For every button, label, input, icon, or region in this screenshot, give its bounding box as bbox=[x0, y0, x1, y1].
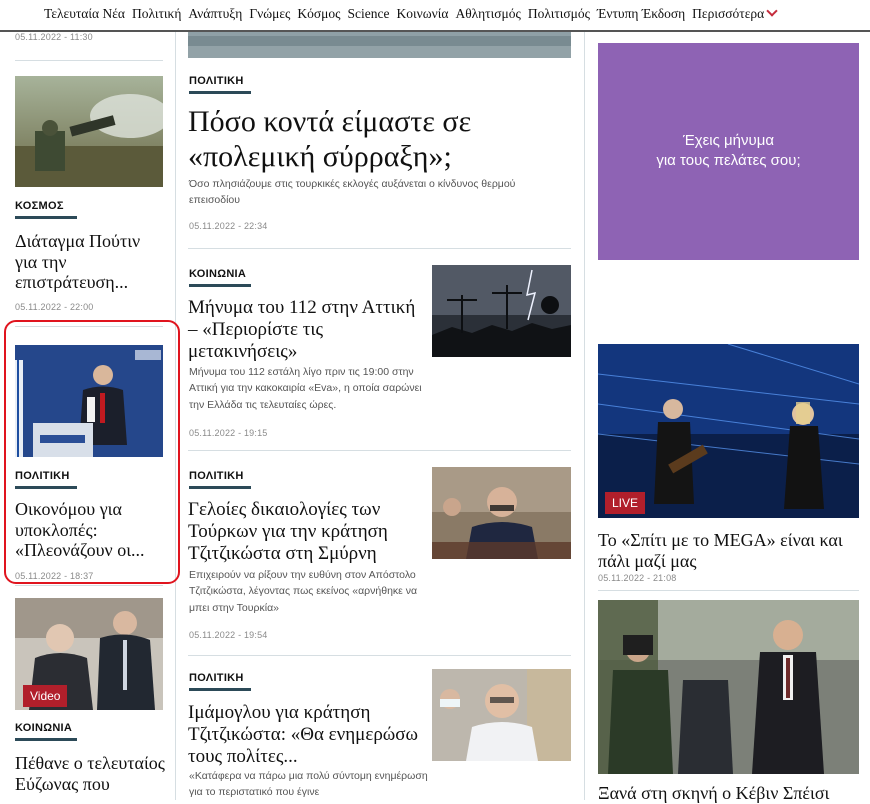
nav-item-opinions[interactable]: Γνώμες bbox=[249, 6, 290, 22]
nav-item-world[interactable]: Κόσμος bbox=[297, 6, 340, 22]
category-underline bbox=[189, 91, 251, 94]
divider bbox=[15, 585, 163, 586]
article-excerpt: Όσο πλησιάζουμε στις τουρκικές εκλογές α… bbox=[189, 178, 516, 207]
article-title[interactable]: Διάταγμα Πούτιν για την επιστράτευση... bbox=[15, 231, 165, 293]
category-underline bbox=[189, 486, 251, 489]
highlight-box bbox=[4, 320, 180, 584]
column-divider bbox=[584, 30, 585, 800]
article-date: 05.11.2022 - 19:54 bbox=[189, 630, 268, 640]
article-title[interactable]: Μήνυμα του 112 στην Αττική – «Περιορίστε… bbox=[188, 297, 418, 363]
category-underline bbox=[15, 216, 77, 219]
divider bbox=[15, 60, 163, 61]
article-title[interactable]: Πέθανε ο τελευταίος Εύζωνας που bbox=[15, 753, 167, 794]
article-excerpt: Επιχειρούν να ρίξουν την ευθύνη στον Από… bbox=[189, 569, 418, 614]
article-image-soldiers[interactable] bbox=[15, 76, 163, 187]
category-label[interactable]: ΚΟΙΝΩΝΙΑ bbox=[189, 268, 251, 287]
article-title[interactable]: Ιμάμογλου για κράτηση Τζιτζικώστα: «Θα ε… bbox=[188, 702, 426, 768]
divider bbox=[598, 590, 859, 591]
category-text: ΚΟΙΝΩΝΙΑ bbox=[15, 722, 73, 734]
nav-item-politics[interactable]: Πολιτική bbox=[132, 6, 181, 22]
lead-article-title[interactable]: Πόσο κοντά είμαστε σε «πολεμική σύρραξη»… bbox=[188, 104, 573, 174]
nav-item-sports[interactable]: Αθλητισμός bbox=[455, 6, 520, 22]
ad-line-1: Έχεις μήνυμα bbox=[682, 132, 775, 149]
category-text: ΠΟΛΙΤΙΚΗ bbox=[189, 672, 244, 684]
video-badge: Video bbox=[23, 685, 68, 707]
article-image-storm-antennas[interactable] bbox=[432, 265, 571, 357]
article-image-tzitzikostas[interactable] bbox=[432, 467, 571, 559]
nav-more-label: Περισσότερα bbox=[692, 6, 765, 21]
nav-item-development[interactable]: Ανάπτυξη bbox=[188, 6, 242, 22]
nav-item-culture[interactable]: Πολιτισμός bbox=[528, 6, 590, 22]
nav-item-latest[interactable]: Τελευταία Νέα bbox=[44, 6, 125, 22]
category-underline bbox=[189, 688, 251, 691]
article-date: 05.11.2022 - 22:00 bbox=[15, 302, 94, 312]
nav-item-science[interactable]: Science bbox=[348, 6, 390, 22]
category-label[interactable]: ΚΟΙΝΩΝΙΑ bbox=[15, 722, 77, 741]
article-date: 05.11.2022 - 22:34 bbox=[189, 221, 268, 231]
ad-text: Έχεις μήνυμα για τους πελάτες σου; bbox=[598, 131, 859, 172]
category-underline bbox=[15, 738, 77, 741]
article-date: 05.11.2022 - 21:08 bbox=[598, 573, 677, 583]
top-navigation: Τελευταία Νέα Πολιτική Ανάπτυξη Γνώμες Κ… bbox=[0, 0, 870, 32]
category-label[interactable]: ΠΟΛΙΤΙΚΗ bbox=[189, 470, 251, 489]
divider bbox=[188, 450, 571, 451]
article-excerpt: Μήνυμα του 112 εστάλη λίγο πριν τις 19:0… bbox=[189, 366, 422, 411]
advertisement-banner[interactable]: Έχεις μήνυμα για τους πελάτες σου; bbox=[598, 43, 859, 260]
nav-item-print-edition[interactable]: Έντυπη Έκδοση bbox=[597, 6, 685, 22]
category-label[interactable]: ΠΟΛΙΤΙΚΗ bbox=[189, 672, 251, 691]
category-text: ΠΟΛΙΤΙΚΗ bbox=[189, 75, 244, 87]
article-image-sea[interactable] bbox=[188, 30, 571, 58]
category-underline bbox=[189, 284, 251, 287]
divider bbox=[188, 655, 571, 656]
nav-more-button[interactable]: Περισσότερα bbox=[692, 5, 778, 22]
article-title[interactable]: Ξανά στη σκηνή ο Κέβιν Σπέισι bbox=[598, 783, 860, 804]
article-date: 05.11.2022 - 11:30 bbox=[15, 32, 93, 42]
category-label[interactable]: ΠΟΛΙΤΙΚΗ bbox=[189, 75, 251, 94]
article-date: 05.11.2022 - 19:15 bbox=[189, 428, 268, 438]
category-label[interactable]: ΚΟΣΜΟΣ bbox=[15, 200, 77, 219]
live-badge: LIVE bbox=[605, 492, 646, 514]
article-title[interactable]: Το «Σπίτι με το MEGA» είναι και πάλι μαζ… bbox=[598, 530, 860, 571]
category-text: ΚΟΣΜΟΣ bbox=[15, 200, 64, 212]
category-text: ΚΟΙΝΩΝΙΑ bbox=[189, 268, 247, 280]
chevron-down-icon bbox=[766, 5, 778, 17]
article-image-imamoglu[interactable] bbox=[432, 669, 571, 761]
article-excerpt: «Κατάφερα να πάρω μια πολύ σύντομη ενημέ… bbox=[189, 770, 428, 799]
article-image-kevin-spacey[interactable] bbox=[598, 600, 859, 774]
category-text: ΠΟΛΙΤΙΚΗ bbox=[189, 470, 244, 482]
divider bbox=[188, 248, 571, 249]
nav-item-society[interactable]: Κοινωνία bbox=[397, 6, 449, 22]
article-title[interactable]: Γελοίες δικαιολογίες των Τούρκων για την… bbox=[188, 499, 426, 565]
nav-items: Τελευταία Νέα Πολιτική Ανάπτυξη Γνώμες Κ… bbox=[44, 5, 778, 22]
ad-line-2: για τους πελάτες σου; bbox=[656, 152, 801, 170]
